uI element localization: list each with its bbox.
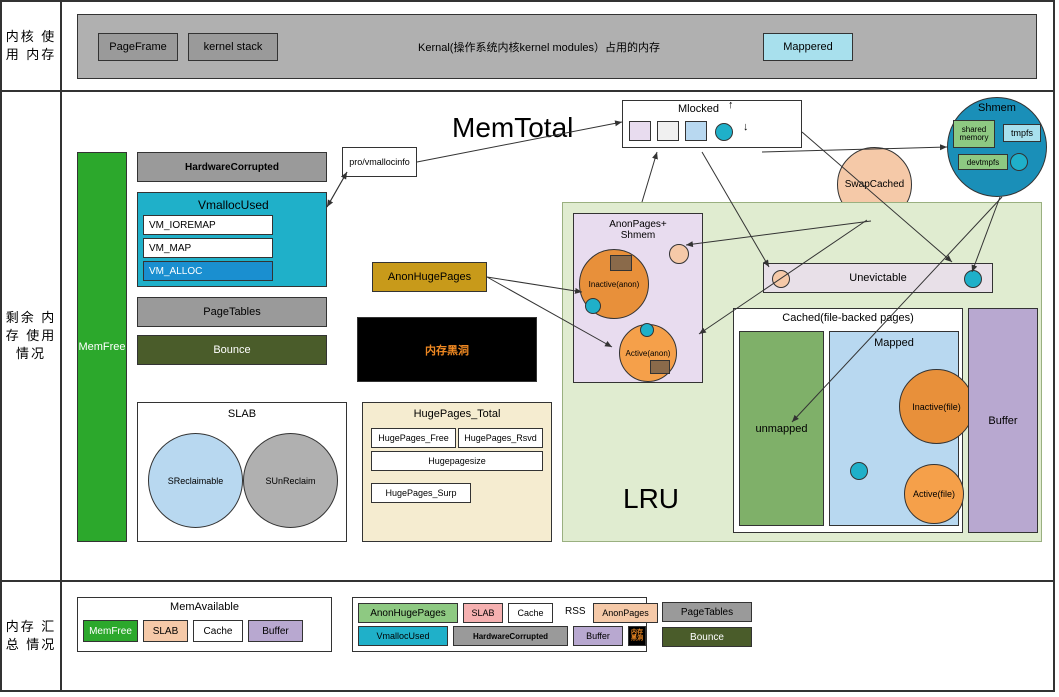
shmem-title: Shmem [978,102,1016,114]
vmalloc-title: VmallocUsed [198,198,269,212]
memtotal-title: MemTotal [452,112,573,144]
memfree-box: MemFree [77,152,127,542]
cached-title: Cached(file-backed pages) [782,312,913,324]
shmem-dot [1010,153,1028,171]
hp-surp: HugePages_Surp [371,483,471,503]
aa-sq [650,360,670,374]
section2-label: 剩余 内存 使用 情况 [2,309,60,364]
sum-slab: SLAB [143,620,188,642]
ia-dot [585,298,601,314]
mappered-box: Mappered [763,33,853,61]
mapped-dot [850,462,868,480]
memavail-container: MemAvailable MemFree SLAB Cache Buffer [77,597,332,652]
anonpages-shmem-label: AnonPages+ Shmem [609,219,667,241]
ml-circ [715,123,733,141]
lru-title: LRU [623,483,679,515]
anonhuge-box: AnonHugePages [372,262,487,292]
unevictable-box: Unevictable [763,263,993,293]
mapped-label: Mapped [874,337,914,349]
rss-container: AnonHugePages SLAB Cache RSS VmallocUsed… [352,597,647,652]
hugepages-container: HugePages_Total HugePages_Free HugePages… [362,402,552,542]
hp-rsvd: HugePages_Rsvd [458,428,543,448]
vm-alloc: VM_ALLOC [143,261,273,281]
rss-anonhuge: AnonHugePages [358,603,458,623]
rss-label: RSS [565,606,586,617]
pageframe-box: PageFrame [98,33,178,61]
sum-cache: Cache [193,620,243,642]
sum-memfree: MemFree [83,620,138,642]
anonpages-shmem-box: AnonPages+ Shmem Inactive(anon) Active(a… [573,213,703,383]
vmalloc-container: VmallocUsed VM_IOREMAP VM_MAP VM_ALLOC [137,192,327,287]
rss-vmalloc: VmallocUsed [358,626,448,646]
unev-dot1 [772,270,790,288]
unev-dot2 [964,270,982,288]
shmem-tmpfs: tmpfs [1003,124,1041,142]
shmem-devtmpfs: devtmpfs [958,154,1008,170]
mlocked-title: Mlocked [678,103,719,115]
hp-size: Hugepagesize [371,451,543,471]
ml-sq3 [685,121,707,141]
hugepages-title: HugePages_Total [414,408,501,420]
rss-buffer: Buffer [573,626,623,646]
shmem-shared: shared memory [953,120,995,148]
active-anon-label: Active(anon) [626,349,671,358]
sum-buffer: Buffer [248,620,303,642]
hwcorrupted-box: HardwareCorrupted [137,152,327,182]
bounce-box: Bounce [137,335,327,365]
lru-container: LRU AnonPages+ Shmem Inactive(anon) Acti… [562,202,1042,542]
kernel-container: Kernal(操作系统内核kernel modules）占用的内存 PageFr… [77,14,1037,79]
active-file-circ: Active(file) [904,464,964,524]
mlocked-container: Mlocked ↑ ↓ [622,100,802,148]
section3-label: 内存 汇总 情况 [2,618,60,654]
aa-dot [640,323,654,337]
srec-circ: SReclaimable [148,433,243,528]
vm-map: VM_MAP [143,238,273,258]
sum-bounce: Bounce [662,627,752,647]
sum-pagetables: PageTables [662,602,752,622]
aps-dot1 [669,244,689,264]
buffer-box: Buffer [968,308,1038,533]
blackhole-box: 内存黑洞 [357,317,537,382]
rss-hwcorr: HardwareCorrupted [453,626,568,646]
vm-ioremap: VM_IOREMAP [143,215,273,235]
rss-anonpages: AnonPages [593,603,658,623]
ml-sq1 [629,121,651,141]
inactive-anon-circ: Inactive(anon) [579,249,649,319]
cached-container: Cached(file-backed pages) unmapped Mappe… [733,308,963,533]
slab-title: SLAB [228,408,256,420]
inactive-anon-label: Inactive(anon) [589,280,640,289]
rss-slab: SLAB [463,603,503,623]
sunrec-circ: SUnReclaim [243,433,338,528]
kernel-title: Kernal(操作系统内核kernel modules）占用的内存 [418,39,660,55]
rss-cache: Cache [508,603,553,623]
hp-free: HugePages_Free [371,428,456,448]
shmem-circ: Shmem shared memory tmpfs devtmpfs [947,97,1047,197]
ml-sq2 [657,121,679,141]
memavail-title: MemAvailable [170,601,239,613]
ia-sq [610,255,632,271]
kernelstack-box: kernel stack [188,33,278,61]
active-anon-circ: Active(anon) [619,324,677,382]
provm-box: pro/vmallocinfo [342,147,417,177]
rss-blackhole: 内存黑洞 [628,626,646,646]
unevictable-label: Unevictable [849,272,906,284]
unmapped-box: unmapped [739,331,824,526]
inactive-file-circ: Inactive(file) [899,369,974,444]
pagetables-box: PageTables [137,297,327,327]
section1-label: 内核 使用 内存 [2,28,60,64]
slab-container: SLAB SReclaimable SUnReclaim [137,402,347,542]
